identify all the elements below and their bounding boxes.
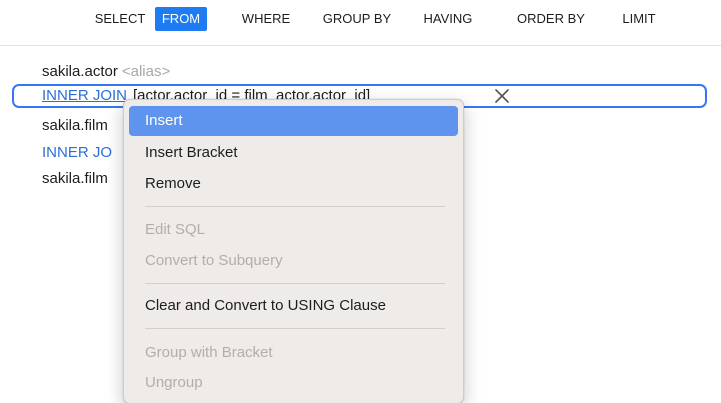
from-row-table[interactable]: sakila.film — [42, 170, 108, 187]
menu-item-edit-sql[interactable]: Edit SQL — [129, 215, 458, 245]
menu-separator — [145, 328, 445, 329]
alias-placeholder[interactable]: <alias> — [122, 63, 170, 80]
menu-item-insert-bracket[interactable]: Insert Bracket — [129, 138, 458, 168]
menu-item-clear-and-convert-using[interactable]: Clear and Convert to USING Clause — [129, 291, 458, 321]
menu-item-group-with-bracket[interactable]: Group with Bracket — [129, 338, 458, 368]
close-icon[interactable] — [492, 86, 512, 106]
from-row-join[interactable]: INNER JO — [42, 144, 112, 161]
table-name[interactable]: sakila.film — [42, 170, 108, 187]
tab-from[interactable]: FROM — [155, 7, 207, 31]
tab-where[interactable]: WHERE — [234, 7, 298, 31]
menu-item-insert[interactable]: Insert — [129, 106, 458, 136]
tab-select[interactable]: SELECT — [84, 7, 156, 31]
tab-having[interactable]: HAVING — [414, 7, 482, 31]
tab-group-by[interactable]: GROUP BY — [316, 7, 398, 31]
table-name[interactable]: sakila.actor — [42, 63, 118, 80]
join-type-keyword[interactable]: INNER JOIN — [42, 87, 127, 104]
query-builder-window: SELECT FROM WHERE GROUP BY HAVING ORDER … — [0, 0, 721, 403]
tab-order-by[interactable]: ORDER BY — [510, 7, 592, 31]
menu-item-ungroup[interactable]: Ungroup — [129, 368, 458, 398]
join-type-keyword[interactable]: INNER JO — [42, 144, 112, 161]
clause-tab-bar: SELECT FROM WHERE GROUP BY HAVING ORDER … — [0, 0, 721, 46]
menu-separator — [145, 206, 445, 207]
from-row-table[interactable]: sakila.actor <alias> — [42, 63, 170, 80]
context-menu: Insert Insert Bracket Remove Edit SQL Co… — [123, 99, 464, 403]
menu-separator — [145, 283, 445, 284]
table-name[interactable]: sakila.film — [42, 117, 108, 134]
from-row-table[interactable]: sakila.film — [42, 117, 108, 134]
tab-limit[interactable]: LIMIT — [613, 7, 665, 31]
menu-item-convert-to-subquery[interactable]: Convert to Subquery — [129, 246, 458, 276]
menu-item-remove[interactable]: Remove — [129, 169, 458, 199]
